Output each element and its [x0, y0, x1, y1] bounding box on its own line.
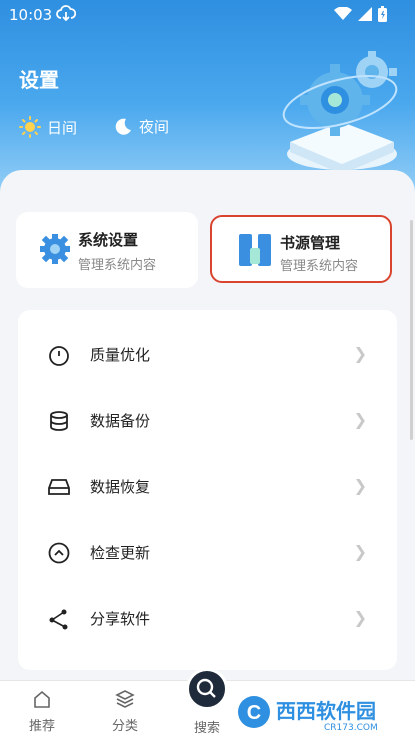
chevron-up-circle-icon	[48, 542, 70, 564]
scrollbar[interactable]	[410, 220, 413, 440]
sun-icon	[19, 116, 41, 138]
system-settings-subtitle: 管理系统内容	[78, 258, 157, 273]
tab-label: 推荐	[28, 719, 55, 734]
battery-icon	[378, 6, 387, 22]
list-item-share[interactable]: 分享软件 ❯	[18, 586, 397, 652]
svg-text:西西软件园: 西西软件园	[276, 699, 376, 723]
system-settings-card[interactable]: 系统设置 管理系统内容	[16, 212, 198, 288]
chevron-right-icon: ❯	[353, 476, 367, 495]
book-source-card[interactable]: 书源管理 管理系统内容	[210, 215, 392, 283]
list-item-label: 数据恢复	[90, 478, 151, 496]
list-item-label: 质量优化	[90, 346, 151, 364]
chevron-right-icon: ❯	[353, 410, 367, 429]
svg-text:CR173.COM: CR173.COM	[324, 723, 378, 733]
tab-label: 分类	[111, 719, 138, 734]
drive-icon	[48, 479, 70, 495]
system-settings-title: 系统设置	[78, 231, 139, 249]
list-item-label: 分享软件	[90, 610, 151, 628]
list-item-backup[interactable]: 数据备份 ❯	[18, 388, 397, 454]
chevron-right-icon: ❯	[353, 344, 367, 363]
watermark-logo: C 西西软件园 CR173.COM	[232, 690, 402, 734]
database-icon	[50, 411, 68, 431]
timer-icon	[49, 346, 69, 366]
home-icon	[34, 690, 50, 708]
tab-label: 搜索	[193, 721, 220, 736]
book-source-icon	[239, 234, 271, 266]
search-button[interactable]	[186, 668, 228, 710]
list-item-label: 数据备份	[90, 412, 151, 430]
cloud-download-icon	[56, 5, 77, 27]
night-mode-toggle[interactable]: 夜间	[113, 116, 169, 137]
page-title: 设置	[19, 68, 59, 92]
book-source-title: 书源管理	[280, 234, 341, 252]
list-item-quality[interactable]: 质量优化 ❯	[18, 322, 397, 388]
panel-notch	[175, 170, 240, 188]
status-time: 10:03	[9, 6, 53, 24]
layers-icon	[115, 690, 135, 708]
gear-icon	[40, 234, 70, 264]
list-item-check-update[interactable]: 检查更新 ❯	[18, 520, 397, 586]
wifi-icon	[334, 7, 352, 20]
moon-icon	[115, 118, 131, 135]
tab-category[interactable]: 分类	[95, 681, 155, 739]
day-mode-label: 日间	[47, 118, 78, 137]
system-icons	[334, 6, 387, 22]
list-item-label: 检查更新	[90, 544, 151, 562]
tab-recommend[interactable]: 推荐	[12, 681, 72, 739]
chevron-right-icon: ❯	[353, 608, 367, 627]
svg-text:C: C	[247, 702, 261, 724]
settings-list: 质量优化 ❯ 数据备份 ❯ 数据恢复 ❯ 检查更新 ❯ 分享软件 ❯	[18, 310, 397, 670]
chevron-right-icon: ❯	[353, 542, 367, 561]
search-icon	[196, 678, 216, 698]
list-item-restore[interactable]: 数据恢复 ❯	[18, 454, 397, 520]
signal-icon	[358, 7, 372, 21]
status-bar: 10:03	[0, 0, 415, 30]
book-source-subtitle: 管理系统内容	[280, 259, 359, 274]
night-mode-label: 夜间	[139, 118, 170, 136]
gears-illustration	[282, 51, 398, 174]
day-mode-toggle[interactable]: 日间	[19, 116, 77, 138]
share-icon	[49, 609, 68, 630]
